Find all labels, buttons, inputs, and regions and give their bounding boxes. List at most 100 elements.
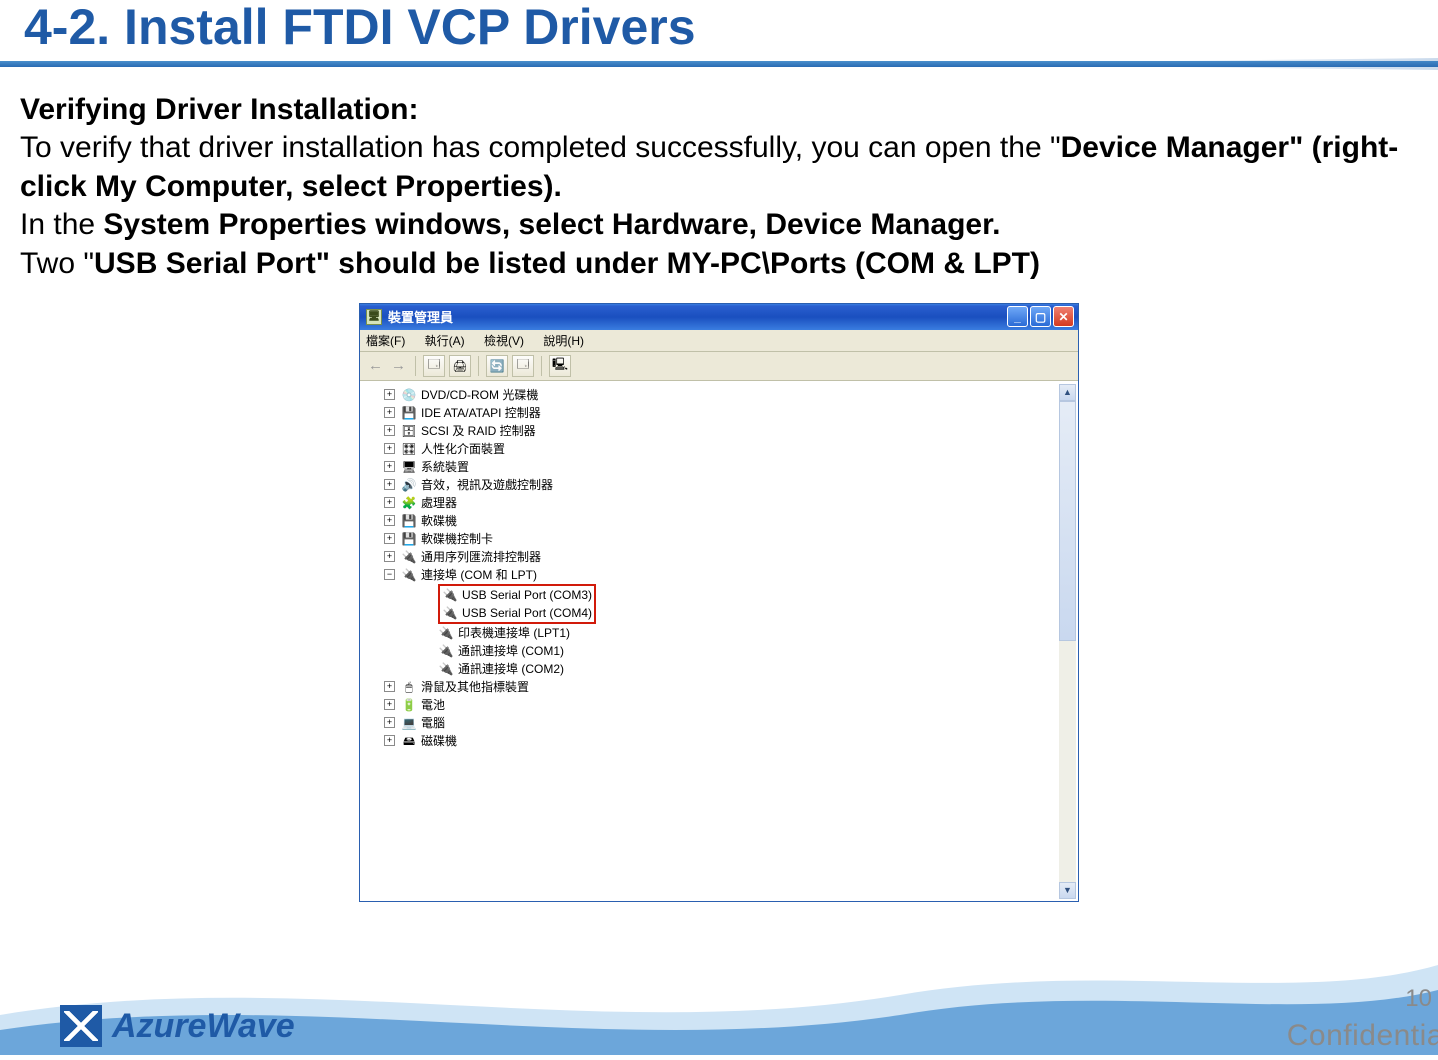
tree-item[interactable]: +🎛人性化介面裝置: [384, 440, 1078, 458]
p3-prefix: Two ": [20, 247, 94, 280]
p3-bold: USB Serial Port" should be listed under …: [94, 247, 1040, 280]
tree-item-label: USB Serial Port (COM4): [462, 604, 592, 622]
tree-item-label: 軟碟機: [421, 512, 457, 530]
tree-item-label: SCSI 及 RAID 控制器: [421, 422, 536, 440]
tree-item[interactable]: +🔌通用序列匯流排控制器: [384, 548, 1078, 566]
toolbar: ← → 🗔 🖨 🔄 🗔 🖳: [360, 352, 1078, 381]
expand-icon[interactable]: +: [384, 461, 395, 472]
properties-button[interactable]: 🗔: [423, 355, 445, 377]
subheading: Verifying Driver Installation:: [20, 91, 1418, 129]
scan-hardware-button[interactable]: 🖳: [549, 355, 571, 377]
minimize-button[interactable]: _: [1007, 306, 1028, 327]
tree-item[interactable]: +🔊音效，視訊及遊戲控制器: [384, 476, 1078, 494]
tree-item[interactable]: + 🗄SCSI 及 RAID 控制器: [384, 422, 1078, 440]
usb-serial-port-highlight: 🔌USB Serial Port (COM3)🔌USB Serial Port …: [438, 584, 596, 624]
tree-item[interactable]: + 🧩處理器: [384, 494, 1078, 512]
tree-item[interactable]: + 🖥系統裝置: [384, 458, 1078, 476]
forward-button[interactable]: →: [389, 357, 408, 374]
expand-icon[interactable]: +: [384, 443, 395, 454]
tree-item-label: 處理器: [421, 494, 457, 512]
window-title: 裝置管理員: [388, 307, 453, 326]
tree-item[interactable]: + 💾軟碟機: [384, 512, 1078, 530]
window-titlebar[interactable]: 🖥 裝置管理員 _ ▢ ✕: [360, 304, 1078, 330]
mouse-icon: 🖱: [401, 679, 417, 695]
menu-file[interactable]: 檔案(F): [366, 334, 405, 348]
device-tree: +💿DVD/CD-ROM 光碟機+💾IDE ATA/ATAPI 控制器+🗄SCS…: [360, 382, 1078, 754]
expand-icon[interactable]: +: [384, 407, 395, 418]
logo-mark-icon: [60, 1005, 102, 1047]
tree-item-label: DVD/CD-ROM 光碟機: [421, 386, 538, 404]
tree-item-label: 通訊連接埠 (COM1): [458, 642, 564, 660]
disk-drive-icon: 🖴: [401, 733, 417, 749]
cpu-icon: 🧩: [401, 495, 417, 511]
tree-item[interactable]: 🔌USB Serial Port (COM4): [442, 604, 592, 622]
refresh-button[interactable]: 🔄: [486, 355, 508, 377]
tree-item-label: 電腦: [421, 714, 445, 732]
menu-help[interactable]: 說明(H): [543, 334, 584, 348]
paragraph-2: In the System Properties windows, select…: [20, 206, 1418, 244]
port-icon: 🔌: [438, 625, 454, 641]
scroll-down-button[interactable]: ▼: [1059, 882, 1076, 899]
expand-icon[interactable]: +: [384, 515, 395, 526]
device-manager-window: 🖥 裝置管理員 _ ▢ ✕ 檔案(F) 執行(A) 檢視(V) 說明(H) ← …: [359, 303, 1079, 902]
tree-item[interactable]: +🖱滑鼠及其他指標裝置: [384, 678, 1078, 696]
brand-logo: AzureWave: [60, 1005, 295, 1047]
menu-view[interactable]: 檢視(V): [484, 334, 524, 348]
expand-icon[interactable]: +: [384, 497, 395, 508]
p1-prefix: To verify that driver installation has c…: [20, 131, 1061, 164]
expand-icon[interactable]: +: [384, 425, 395, 436]
floppy-drive-icon: 💾: [401, 513, 417, 529]
expand-icon[interactable]: +: [384, 479, 395, 490]
tree-item[interactable]: +💾軟碟機控制卡: [384, 530, 1078, 548]
tree-item[interactable]: 🔌通訊連接埠 (COM1): [438, 642, 1078, 660]
tree-item-label: 人性化介面裝置: [421, 440, 505, 458]
print-button[interactable]: 🖨: [449, 355, 471, 377]
tree-item[interactable]: + 🔋電池: [384, 696, 1078, 714]
usb-controller-icon: 🔌: [401, 549, 417, 565]
title-divider: [0, 61, 1438, 67]
system-device-icon: 🖥: [401, 459, 417, 475]
port-icon: 🔌: [438, 643, 454, 659]
expand-icon[interactable]: +: [384, 533, 395, 544]
scroll-thumb[interactable]: [1059, 401, 1076, 642]
collapse-icon[interactable]: −: [384, 569, 395, 580]
scsi-raid-icon: 🗄: [401, 423, 417, 439]
tree-item-label: USB Serial Port (COM3): [462, 586, 592, 604]
tree-item[interactable]: 🔌通訊連接埠 (COM2): [438, 660, 1078, 678]
tree-item[interactable]: −🔌連接埠 (COM 和 LPT): [384, 566, 1078, 584]
tree-item-label: 系統裝置: [421, 458, 469, 476]
tree-item[interactable]: 🔌印表機連接埠 (LPT1): [438, 624, 1078, 642]
expand-icon[interactable]: +: [384, 389, 395, 400]
tree-item-label: 電池: [421, 696, 445, 714]
tree-item[interactable]: 🔌USB Serial Port (COM3): [442, 586, 592, 604]
maximize-button[interactable]: ▢: [1030, 306, 1051, 327]
page-number: 10: [1405, 985, 1432, 1013]
port-icon: 🔌: [442, 587, 458, 603]
floppy-controller-icon: 💾: [401, 531, 417, 547]
expand-icon[interactable]: +: [384, 699, 395, 710]
device-manager-icon: 🖥: [366, 309, 382, 325]
brand-name: AzureWave: [112, 1007, 295, 1046]
toolbar-divider-2: [478, 356, 479, 376]
expand-icon[interactable]: +: [384, 735, 395, 746]
tree-item-label: 通訊連接埠 (COM2): [458, 660, 564, 678]
tree-item[interactable]: +💾IDE ATA/ATAPI 控制器: [384, 404, 1078, 422]
expand-icon[interactable]: +: [384, 717, 395, 728]
menu-action[interactable]: 執行(A): [425, 334, 465, 348]
tree-item[interactable]: +💻電腦: [384, 714, 1078, 732]
close-button[interactable]: ✕: [1053, 306, 1074, 327]
port-icon: 🔌: [401, 567, 417, 583]
scroll-up-button[interactable]: ▲: [1059, 384, 1076, 401]
expand-icon[interactable]: +: [384, 551, 395, 562]
expand-icon[interactable]: +: [384, 681, 395, 692]
tree-item[interactable]: +🖴磁碟機: [384, 732, 1078, 750]
dvd-drive-icon: 💿: [401, 387, 417, 403]
scroll-track[interactable]: [1059, 401, 1076, 882]
back-button[interactable]: ←: [366, 357, 385, 374]
details-button[interactable]: 🗔: [512, 355, 534, 377]
tree-item[interactable]: + 💿DVD/CD-ROM 光碟機: [384, 386, 1078, 404]
tree-area: +💿DVD/CD-ROM 光碟機+💾IDE ATA/ATAPI 控制器+🗄SCS…: [360, 381, 1078, 901]
port-icon: 🔌: [438, 661, 454, 677]
vertical-scrollbar[interactable]: ▲ ▼: [1059, 384, 1076, 899]
battery-icon: 🔋: [401, 697, 417, 713]
